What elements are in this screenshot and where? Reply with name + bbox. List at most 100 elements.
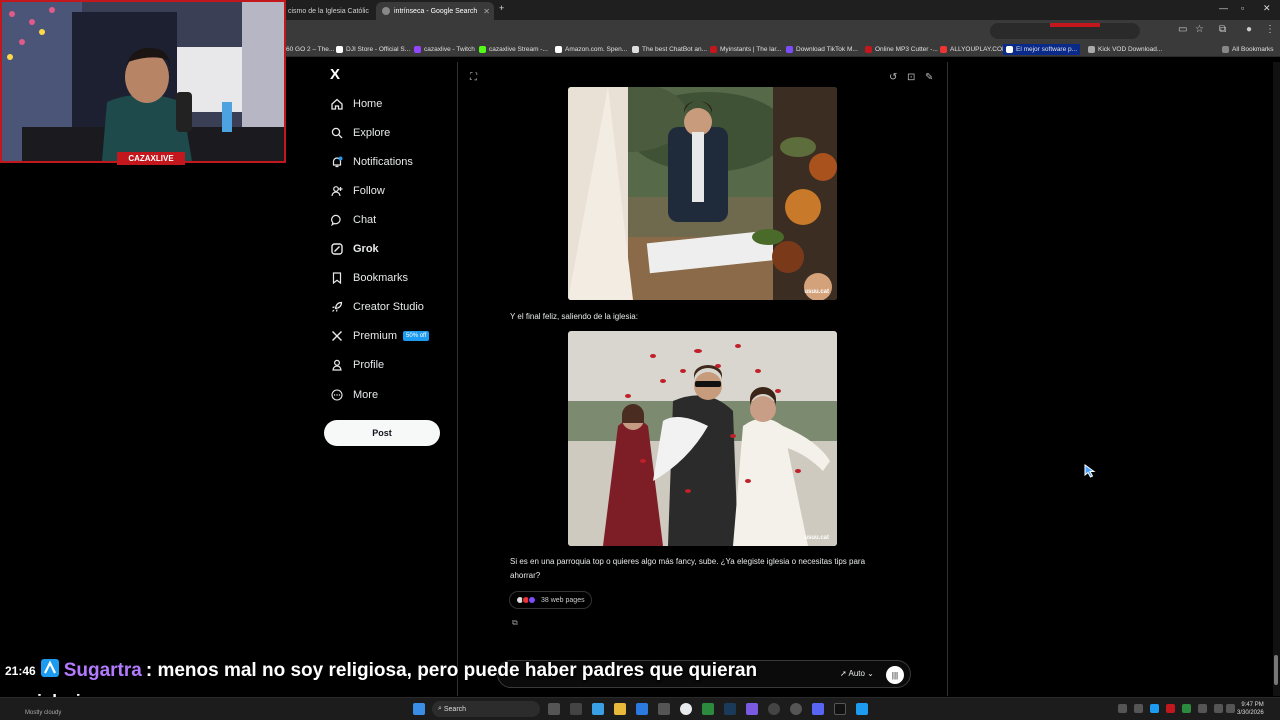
close-icon[interactable]: ✕ <box>483 7 490 16</box>
nav-label: Follow <box>353 185 385 197</box>
taskbar-search[interactable]: ⌕ Search <box>432 701 540 717</box>
xbox-icon[interactable] <box>702 703 714 715</box>
web-sources-chip[interactable]: 38 web pages <box>509 591 592 609</box>
bookmark-label: cazaxlive - Twitch <box>424 46 475 53</box>
maximize-icon[interactable]: ▫ <box>1241 3 1244 13</box>
task-view-icon[interactable] <box>548 703 560 715</box>
extensions-icon[interactable]: ⧉ <box>1219 24 1226 35</box>
tab-label: cismo de la Iglesia Católic <box>288 7 369 15</box>
streamer-webcam <box>0 0 286 163</box>
voice-mode-button[interactable]: ||| <box>886 666 904 684</box>
clock-date: 3/30/2026 <box>1237 710 1264 716</box>
windows-start-icon[interactable] <box>413 703 425 715</box>
x-logo[interactable]: X <box>330 66 340 83</box>
nav-creator-studio[interactable]: Creator Studio <box>330 297 424 317</box>
tray-bluetooth-icon[interactable] <box>1150 704 1159 713</box>
obs-icon[interactable] <box>768 703 780 715</box>
model-mode-selector[interactable]: ➚ Auto ⌄ <box>840 669 874 678</box>
tiktok-icon[interactable] <box>834 703 846 715</box>
browser-icon[interactable] <box>636 703 648 715</box>
bookmark-label: DJI Store - Official S... <box>346 46 411 53</box>
bookmark-item[interactable]: Amazon.com. Spen... <box>555 44 627 55</box>
tray-chevron-icon[interactable] <box>1118 704 1127 713</box>
bookmark-item[interactable]: 60 GO 2 – The... <box>286 44 334 55</box>
new-chat-icon[interactable]: ✎ <box>925 72 933 83</box>
page-scrollbar[interactable] <box>1273 62 1280 696</box>
couple-leaving-church-image[interactable]: usuu.cat <box>568 331 837 546</box>
clock-time: 9:47 PM <box>1241 702 1264 708</box>
rocket-icon <box>330 301 343 314</box>
tray-app-icon[interactable] <box>1166 704 1175 713</box>
nav-explore[interactable]: Explore <box>330 123 390 143</box>
new-tab-icon[interactable]: + <box>499 3 504 13</box>
nav-chat[interactable]: Chat <box>330 210 376 230</box>
nav-profile[interactable]: Profile <box>330 355 384 375</box>
expand-icon[interactable]: ⛶ <box>470 72 477 83</box>
bookmark-item[interactable]: cazaxlive Stream -... <box>479 44 548 55</box>
bookmark-item[interactable]: Kick VOD Download... <box>1088 44 1162 55</box>
home-icon <box>330 98 343 111</box>
bookmark-item[interactable]: El mejor software p... <box>1003 44 1081 55</box>
bookmark-item[interactable]: cazaxlive - Twitch <box>414 44 475 55</box>
nav-more[interactable]: More <box>330 385 378 405</box>
tray-app-icon[interactable] <box>1182 704 1191 713</box>
bookmark-item[interactable]: Online MP3 Cutter -... <box>865 44 938 55</box>
scrollbar-thumb[interactable] <box>1274 655 1278 685</box>
nav-home[interactable]: Home <box>330 94 382 114</box>
nav-premium[interactable]: Premium 50% off <box>330 326 430 346</box>
openai-icon[interactable] <box>790 703 802 715</box>
x-icon <box>330 330 343 343</box>
nav-bookmarks[interactable]: Bookmarks <box>330 268 408 288</box>
person-icon <box>330 359 343 372</box>
copilot-icon[interactable] <box>570 703 582 715</box>
edge-icon[interactable] <box>592 703 604 715</box>
nav-label: Home <box>353 98 383 110</box>
app-grid-icon[interactable] <box>746 703 758 715</box>
bookmark-item[interactable]: DJI Store - Official S... <box>336 44 410 55</box>
source-favicon <box>528 596 536 604</box>
tray-cloud-icon[interactable] <box>1134 704 1143 713</box>
chrome-icon[interactable] <box>680 703 692 715</box>
window-close-icon[interactable]: ✕ <box>1263 3 1271 14</box>
nav-label: Bookmarks <box>353 272 409 284</box>
install-icon[interactable]: ▭ <box>1178 24 1187 35</box>
taskbar-clock[interactable]: 9:47 PM 3/30/2026 <box>1237 701 1264 717</box>
tab-google-search[interactable]: intrínseca - Google Search ✕ <box>376 2 494 20</box>
screen: cismo de la Iglesia Católic ✕ intrínseca… <box>0 0 1280 720</box>
file-explorer-icon[interactable] <box>614 703 626 715</box>
bookmark-item[interactable]: The best ChatBot an... <box>632 44 707 55</box>
post-button[interactable]: Post <box>324 420 440 446</box>
nav-notifications[interactable]: Notifications <box>330 152 413 172</box>
copy-icon[interactable]: ⧉ <box>512 618 518 628</box>
bookmark-item[interactable]: Myinstants | The lar... <box>710 44 782 55</box>
kick-app-icon[interactable] <box>856 703 868 715</box>
wedding-signing-image[interactable]: usuu.cat <box>568 87 837 300</box>
minimize-icon[interactable]: — <box>1219 3 1228 13</box>
star-icon[interactable]: ☆ <box>1195 24 1204 35</box>
all-bookmarks[interactable]: All Bookmarks <box>1222 44 1274 55</box>
private-chat-icon[interactable]: ⊡ <box>907 72 915 83</box>
nav-label: Grok <box>353 243 379 255</box>
app-icon[interactable] <box>658 703 670 715</box>
nav-follow[interactable]: Follow <box>330 181 385 201</box>
profile-avatar-icon[interactable]: ● <box>1246 24 1252 35</box>
bookmark-label: 60 GO 2 – The... <box>286 46 335 53</box>
volume-icon[interactable] <box>1226 704 1235 713</box>
bookmark-label: The best ChatBot an... <box>642 46 708 53</box>
steam-icon[interactable] <box>724 703 736 715</box>
bookmark-item[interactable]: Download TikTok M... <box>786 44 858 55</box>
waveform-icon: ||| <box>891 670 899 680</box>
nav-label: Profile <box>353 359 385 371</box>
search-icon <box>330 127 343 140</box>
wifi-icon[interactable] <box>1214 704 1223 713</box>
history-icon[interactable]: ↺ <box>889 72 897 83</box>
tray-mic-icon[interactable] <box>1198 704 1207 713</box>
weather-widget[interactable]: Mostly cloudy <box>25 710 61 716</box>
caption-text: Y el final feliz, saliendo de la iglesia… <box>510 312 638 321</box>
bookmark-label: El mejor software p... <box>1016 46 1078 53</box>
tab-iglesia[interactable]: cismo de la Iglesia Católic ✕ <box>282 2 372 20</box>
discord-icon[interactable] <box>812 703 824 715</box>
nav-label: More <box>353 389 379 401</box>
browser-menu-icon[interactable]: ⋮ <box>1265 24 1275 35</box>
nav-grok[interactable]: Grok <box>330 239 379 259</box>
